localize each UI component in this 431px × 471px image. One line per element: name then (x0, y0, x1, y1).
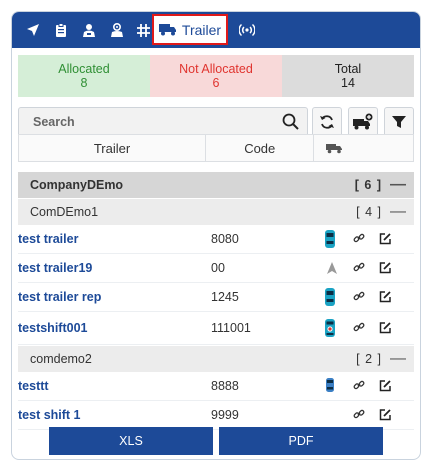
group-header[interactable]: CompanyDEmo [ 6 ] — (18, 172, 414, 198)
table-row[interactable]: test trailer rep 1245 (18, 283, 414, 312)
trailer-name-link[interactable]: test shift 1 (18, 408, 81, 422)
trailer-code: 1245 (211, 290, 239, 304)
driver-person-icon (83, 23, 95, 37)
table-header: Trailer Code (18, 134, 414, 162)
link-icon[interactable] (353, 321, 365, 333)
link-icon[interactable] (353, 232, 365, 244)
subgroup-header[interactable]: ComDEmo1 [ 4 ] — (18, 198, 414, 225)
signal-broadcast-icon (239, 23, 255, 37)
grid-hash-icon (136, 23, 150, 37)
trailer-code: 111001 (211, 321, 251, 335)
trailer-code: 9999 (211, 408, 239, 422)
clipboard-icon (56, 22, 66, 37)
tab-bar: Trailer (12, 12, 420, 48)
edit-icon[interactable] (379, 379, 392, 392)
edit-icon[interactable] (379, 408, 392, 421)
tab-navigation[interactable] (20, 12, 46, 48)
table-row[interactable]: test shift 1 9999 (18, 401, 414, 430)
tab-trailer[interactable]: Trailer (152, 14, 228, 45)
not-allocated-label: Not Allocated (179, 62, 253, 76)
collapse-icon[interactable]: — (382, 350, 414, 368)
not-allocated-value: 6 (212, 76, 220, 90)
total-value: 14 (341, 76, 355, 90)
refresh-icon (320, 115, 334, 129)
trailer-name-link[interactable]: testtt (18, 379, 49, 393)
total-stat[interactable]: Total 14 (282, 55, 414, 97)
add-trailer-button[interactable] (348, 107, 378, 137)
vehicle-status-icon (325, 230, 335, 248)
export-xls-label: XLS (119, 434, 143, 448)
tab-signal[interactable] (234, 12, 260, 48)
collapse-icon[interactable]: — (382, 203, 414, 221)
table-row[interactable]: testtt 8888 (18, 372, 414, 401)
export-xls-button[interactable]: XLS (49, 427, 213, 455)
not-allocated-stat[interactable]: Not Allocated 6 (150, 55, 282, 97)
collapse-icon[interactable]: — (382, 176, 414, 194)
filter-button[interactable] (384, 107, 414, 137)
export-pdf-label: PDF (288, 434, 314, 448)
link-icon[interactable] (353, 408, 365, 420)
refresh-button[interactable] (312, 107, 342, 137)
trailer-code: 8888 (211, 379, 239, 393)
add-trailer-icon (353, 113, 373, 130)
direction-arrow-icon (327, 262, 337, 274)
allocation-summary: Allocated 8 Not Allocated 6 Total 14 (18, 55, 414, 97)
tab-grid[interactable] (132, 12, 154, 48)
allocated-stat[interactable]: Allocated 8 (18, 55, 150, 97)
trailer-name-link[interactable]: test trailer rep (18, 290, 101, 304)
subgroup-header[interactable]: comdemo2 [ 2 ] — (18, 345, 414, 372)
trailer-code: 00 (211, 261, 225, 275)
column-trailer[interactable]: Trailer (19, 135, 207, 161)
subgroup-count: [ 4 ] (356, 205, 382, 219)
column-status[interactable] (314, 135, 413, 161)
group-count: [ 6 ] (354, 178, 382, 192)
search-input[interactable]: Search (18, 107, 308, 137)
trailer-truck-icon (158, 24, 176, 36)
vehicle-status-icon (325, 288, 335, 306)
export-bar: XLS PDF (49, 427, 383, 455)
subgroup-name: ComDEmo1 (30, 205, 99, 219)
edit-icon[interactable] (379, 232, 392, 245)
tab-clipboard[interactable] (48, 12, 74, 48)
table-row[interactable]: testshift001 111001 (18, 312, 414, 345)
table-row[interactable]: test trailer19 00 (18, 254, 414, 283)
vehicle-status-icon (326, 378, 334, 392)
search-icon[interactable] (281, 112, 301, 132)
vehicle-alert-icon (325, 319, 335, 337)
filter-icon (392, 116, 406, 128)
link-icon[interactable] (353, 261, 365, 273)
navigation-arrow-icon (27, 24, 39, 36)
allocated-label: Allocated (58, 62, 110, 76)
export-pdf-button[interactable]: PDF (219, 427, 383, 455)
trailer-name-link[interactable]: test trailer (18, 232, 78, 246)
trailer-name-link[interactable]: test trailer19 (18, 261, 92, 275)
search-placeholder: Search (33, 115, 75, 129)
truck-column-icon (326, 143, 343, 153)
column-trailer-label: Trailer (93, 140, 131, 156)
subgroup-count: [ 2 ] (356, 352, 382, 366)
edit-icon[interactable] (379, 321, 392, 334)
column-code[interactable]: Code (206, 135, 315, 161)
tab-driver[interactable] (76, 12, 102, 48)
link-icon[interactable] (353, 379, 365, 391)
trailer-list: CompanyDEmo [ 6 ] — ComDEmo1 [ 4 ] — tes… (18, 172, 414, 430)
tab-driver-location[interactable] (104, 12, 130, 48)
subgroup-name: comdemo2 (30, 352, 92, 366)
edit-icon[interactable] (379, 290, 392, 303)
total-label: Total (334, 62, 362, 76)
tab-trailer-label: Trailer (181, 21, 222, 38)
allocated-value: 8 (80, 76, 88, 90)
trailer-name-link[interactable]: testshift001 (18, 321, 87, 335)
group-name: CompanyDEmo (30, 178, 124, 192)
trailer-code: 8080 (211, 232, 239, 246)
column-code-label: Code (244, 140, 276, 156)
driver-location-icon (111, 22, 123, 37)
link-icon[interactable] (353, 290, 365, 302)
edit-icon[interactable] (379, 261, 392, 274)
trailer-panel: Trailer Allocated 8 Not Allocated 6 Tota… (11, 11, 421, 460)
table-row[interactable]: test trailer 8080 (18, 225, 414, 254)
